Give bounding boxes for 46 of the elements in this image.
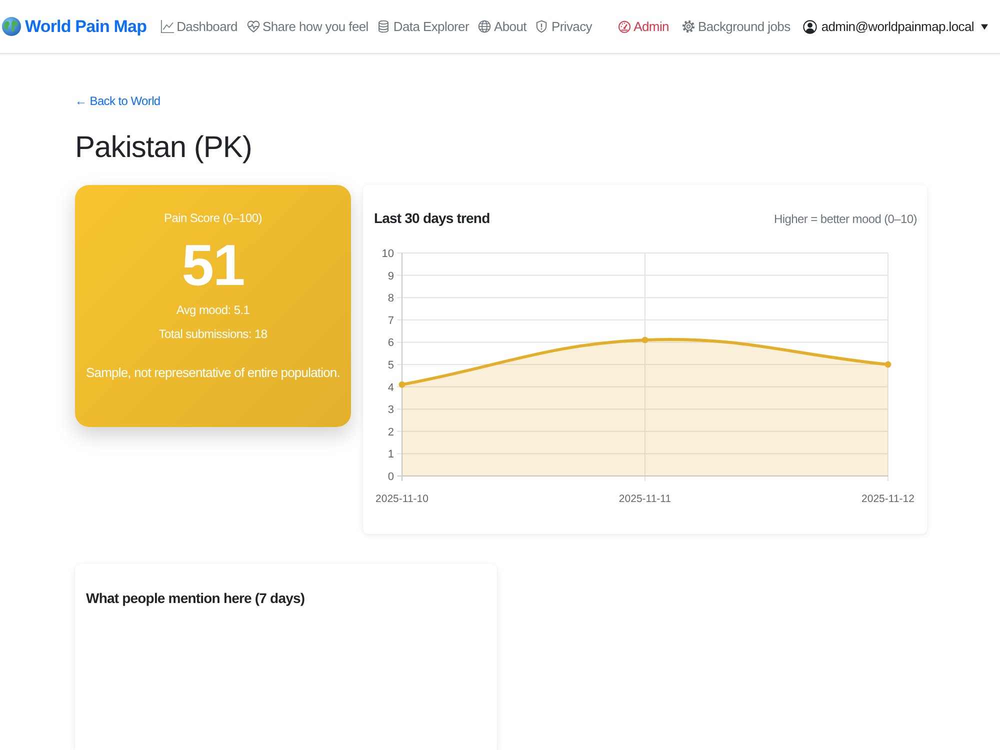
data-point [884,361,892,368]
submissions-text: Total submissions: 18 [158,327,268,341]
nav-link[interactable]: Data Explorer [377,19,469,34]
y-axis-label: 10 [382,248,394,260]
sample-note: Sample, not representative of entire population. [86,365,340,381]
globe-icon [478,20,491,33]
nav-link[interactable]: Dashboard [160,19,238,34]
gear-icon [682,20,695,33]
card-title: Last 30 days trend [374,210,490,226]
card-title: What people mention here (7 days) [86,590,305,606]
data-point [398,381,406,388]
globe-logo-icon [2,17,21,36]
shield-icon [535,20,548,33]
speedometer-icon [618,20,631,33]
page-title: Pakistan (PK) [75,130,252,166]
chart-hint: Higher = better mood (0–10) [774,212,917,226]
avg-mood-text: Avg mood: 5.1 [176,303,250,317]
back-link[interactable]: ← Back to World [75,94,160,108]
database-icon [377,20,390,33]
y-axis-label: 9 [388,270,394,282]
nav-link[interactable]: Privacy [535,19,592,34]
y-axis-label: 8 [388,292,394,305]
y-axis-label: 2 [388,426,394,438]
line-chart-icon [160,20,174,33]
y-axis-label: 0 [388,471,394,483]
y-axis-label: 7 [388,314,394,327]
brand-link[interactable]: World Pain Map [2,16,147,36]
nav-link[interactable]: About [478,19,526,34]
heart-pulse-icon [246,20,260,33]
nav-link[interactable]: Background jobs [682,19,790,34]
y-axis-label: 3 [388,404,394,416]
y-axis-label: 5 [388,360,394,372]
y-axis-label: 4 [388,382,394,394]
user-menu-button[interactable]: admin@worldpainmap.local [803,19,988,34]
x-axis-label: 2025-11-12 [862,493,914,505]
score-value: 51 [182,233,244,299]
x-axis-label: 2025-11-11 [618,493,672,505]
nav-link[interactable]: Admin [618,19,669,34]
y-axis-label: 6 [388,337,394,350]
nav-link[interactable]: Share how you feel [246,19,368,34]
user-icon [803,20,818,34]
caret-icon [981,24,988,30]
y-axis-label: 1 [388,448,394,461]
x-axis-label: 2025-11-10 [376,493,428,505]
data-point [642,336,648,344]
score-label: Pain Score (0–100) [164,211,262,225]
